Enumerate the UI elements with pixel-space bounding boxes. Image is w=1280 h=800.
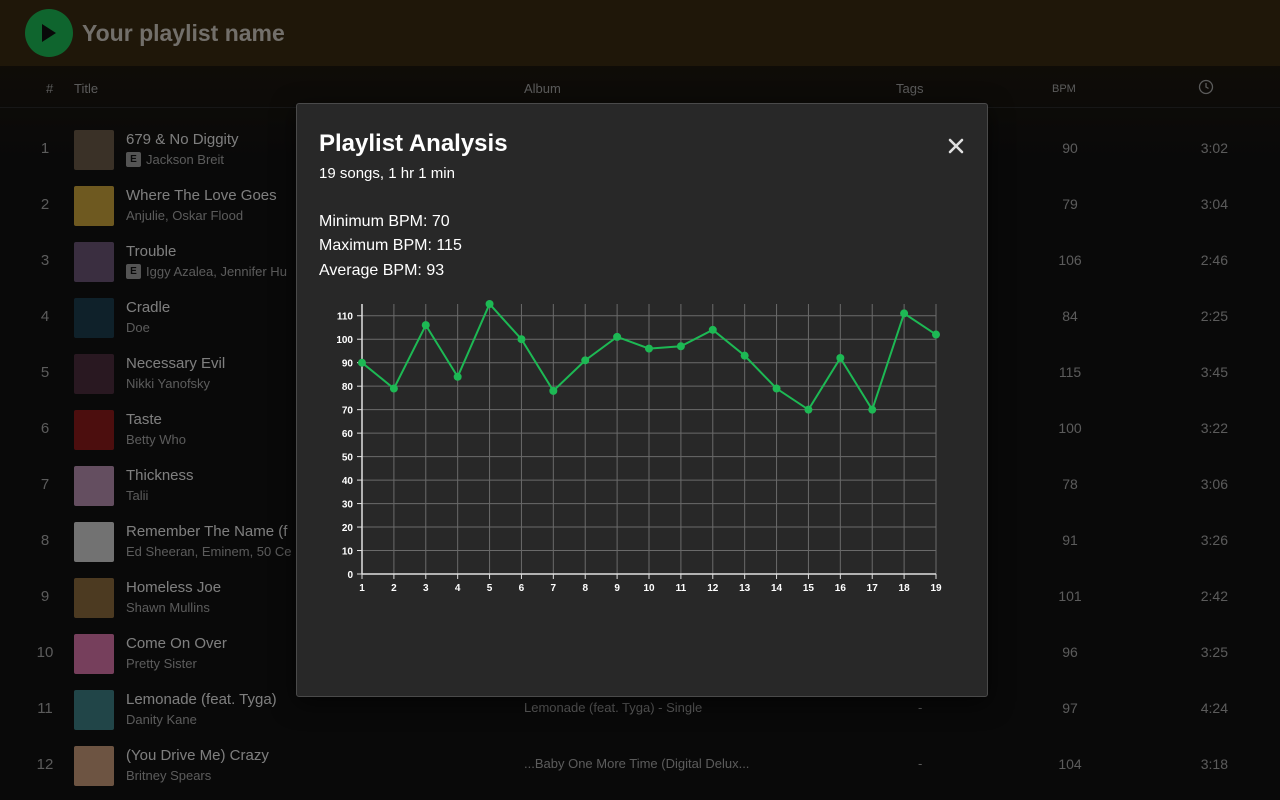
y-tick-label: 110: [337, 312, 354, 323]
y-tick-label: 10: [342, 547, 354, 558]
y-tick-label: 40: [342, 476, 354, 487]
bpm-data-point: [804, 405, 813, 414]
y-tick-label: 80: [342, 382, 354, 393]
x-tick-label: 2: [391, 583, 397, 594]
x-tick-label: 4: [455, 583, 461, 594]
y-tick-label: 100: [336, 335, 353, 346]
x-tick-label: 11: [676, 583, 687, 594]
y-tick-label: 20: [342, 523, 354, 534]
close-icon: [948, 138, 964, 154]
bpm-data-point: [740, 351, 749, 360]
bpm-data-point: [453, 372, 462, 381]
close-button[interactable]: [945, 135, 967, 157]
minimum-bpm: Minimum BPM: 70: [319, 213, 450, 230]
x-tick-label: 7: [551, 583, 557, 594]
average-bpm: Average BPM: 93: [319, 262, 445, 279]
x-tick-label: 19: [930, 583, 942, 594]
x-tick-label: 16: [835, 583, 847, 594]
x-tick-label: 14: [771, 583, 783, 594]
bpm-data-point: [932, 330, 940, 339]
bpm-data-point: [836, 354, 845, 362]
dialog-title: Playlist Analysis: [319, 130, 508, 157]
bpm-data-point: [772, 384, 781, 393]
x-tick-label: 1: [359, 583, 365, 594]
bpm-data-point: [868, 405, 877, 414]
dialog-subtitle: 19 songs, 1 hr 1 min: [319, 165, 455, 182]
bpm-data-point: [517, 335, 526, 344]
y-tick-label: 0: [347, 570, 353, 581]
x-tick-label: 8: [582, 583, 588, 594]
y-tick-label: 60: [342, 429, 354, 440]
bpm-data-point: [485, 300, 494, 308]
maximum-bpm: Maximum BPM: 115: [319, 237, 462, 254]
y-tick-label: 90: [342, 359, 354, 370]
bpm-chart-area: 0 10 20 30 40 50 60 70 80 90 100 110 1 2 3 4 5 6 7 8 9 10 11 12…: [297, 104, 987, 696]
y-tick-label: 50: [342, 453, 354, 464]
x-tick-label: 5: [487, 583, 493, 594]
app: Your playlist name # Title Album Tags BP…: [0, 0, 1280, 800]
bpm-data-point: [389, 384, 398, 393]
y-tick-label: 70: [342, 406, 354, 417]
bpm-data-point: [708, 325, 717, 334]
x-tick-label: 3: [423, 583, 429, 594]
bpm-data-point: [613, 332, 622, 341]
x-tick-label: 12: [707, 583, 719, 594]
x-tick-label: 9: [614, 583, 620, 594]
bpm-data-point: [900, 309, 909, 318]
bpm-line-chart: 01020304050607080901001101 2 3 4 5 6 7 8 9 10 11 12…: [336, 300, 942, 594]
x-tick-label: 6: [519, 583, 525, 594]
x-tick-label: 18: [899, 583, 911, 594]
bpm-data-point: [581, 356, 590, 365]
y-tick-label: 30: [342, 500, 354, 511]
bpm-data-point: [421, 321, 430, 330]
x-tick-label: 17: [867, 583, 879, 594]
bpm-data-point: [549, 386, 558, 395]
bpm-data-point: [358, 358, 366, 367]
playlist-analysis-dialog: 0 10 20 30 40 50 60 70 80 90 100 110 1 2 3 4 5 6 7 8 9 10 11 12…: [296, 103, 988, 697]
x-tick-label: 13: [739, 583, 751, 594]
bpm-data-point: [645, 344, 653, 353]
x-tick-label: 10: [643, 583, 655, 594]
bpm-data-point: [676, 342, 685, 351]
x-tick-label: 15: [803, 583, 815, 594]
